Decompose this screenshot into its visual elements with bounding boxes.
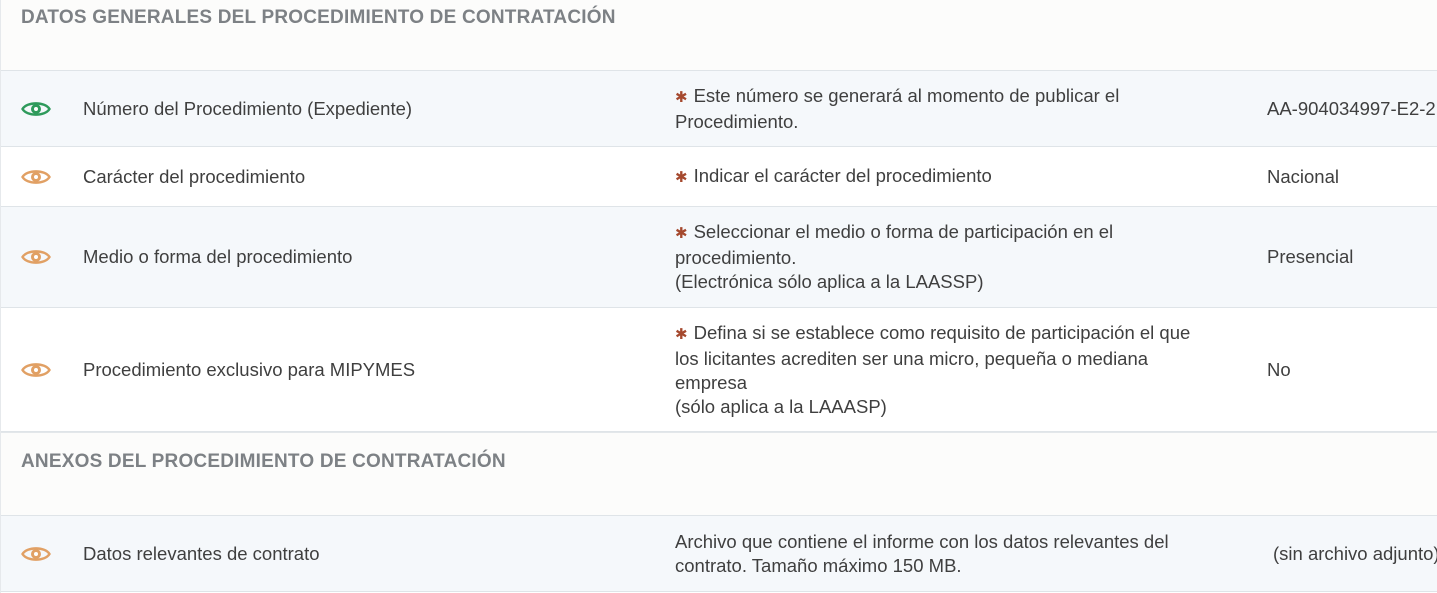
field-hint: Archivo que contiene el informe con los … <box>675 530 1169 576</box>
eye-icon <box>21 362 51 377</box>
field-label: Medio o forma del procedimiento <box>83 246 353 267</box>
eye-icon <box>21 101 51 116</box>
section-title: ANEXOS DEL PROCEDIMIENTO DE CONTRATACIÓN <box>21 451 506 472</box>
field-label: Carácter del procedimiento <box>83 165 306 187</box>
field-label: Procedimiento exclusivo para MIPYMES <box>83 358 416 380</box>
section-header-datos-generales: DATOS GENERALES DEL PROCEDIMIENTO DE CON… <box>1 0 1437 71</box>
field-value: No <box>1267 358 1291 380</box>
table-row-datos-relevantes: Datos relevantes de contrato Archivo que… <box>1 516 1437 592</box>
field-hint: Indicar el carácter del procedimiento <box>693 164 992 186</box>
field-hint-cell: ✱ Seleccionar el medio o forma de partici… <box>675 207 1235 307</box>
attachment-value[interactable]: (sin archivo adjunto) <box>1273 516 1437 591</box>
field-label: Número del Procedimiento (Expediente) <box>83 97 413 119</box>
table-row-medio-procedimiento: Medio o forma del procedimiento ✱ Selecci… <box>1 207 1437 308</box>
view-button[interactable] <box>19 308 53 431</box>
required-marker: ✱ <box>675 168 688 186</box>
required-marker: ✱ <box>675 325 688 343</box>
table-row-numero-procedimiento: Número del Procedimiento (Expediente) ✱ E… <box>1 71 1437 147</box>
field-hint-cell: Archivo que contiene el informe con los … <box>675 516 1235 591</box>
view-button[interactable] <box>19 147 53 206</box>
section-title: DATOS GENERALES DEL PROCEDIMIENTO DE CON… <box>21 7 616 28</box>
field-value: Presencial <box>1267 246 1354 267</box>
view-button[interactable] <box>19 516 53 591</box>
view-button[interactable] <box>19 71 53 146</box>
field-label: Datos relevantes de contrato <box>83 542 320 564</box>
field-hint: Defina si se establece como requisito de… <box>675 321 1191 417</box>
field-hint: Este número se generará al momento de pu… <box>675 84 1120 132</box>
section-header-anexos: ANEXOS DEL PROCEDIMIENTO DE CONTRATACIÓN <box>1 432 1437 516</box>
table-row-caracter-procedimiento: Carácter del procedimiento ✱ Indicar el c… <box>1 147 1437 207</box>
required-marker: ✱ <box>675 225 688 242</box>
field-hint: Seleccionar el medio o forma de particip… <box>675 221 1114 292</box>
field-value: Nacional <box>1267 165 1339 187</box>
eye-icon <box>21 169 51 184</box>
eye-icon <box>21 250 51 264</box>
procedure-form: DATOS GENERALES DEL PROCEDIMIENTO DE CON… <box>0 0 1437 593</box>
field-hint-cell: ✱ Defina si se establece como requisito d… <box>675 308 1235 431</box>
table-row-mipymes: Procedimiento exclusivo para MIPYMES ✱ De… <box>1 308 1437 432</box>
field-hint-cell: ✱ Indicar el carácter del procedimiento <box>675 147 1235 206</box>
eye-icon <box>21 546 51 561</box>
field-value: AA-904034997-E2-2 <box>1267 97 1436 119</box>
required-marker: ✱ <box>675 88 688 106</box>
field-hint-cell: ✱ Este número se generará al momento de p… <box>675 71 1235 146</box>
view-button[interactable] <box>19 207 53 307</box>
